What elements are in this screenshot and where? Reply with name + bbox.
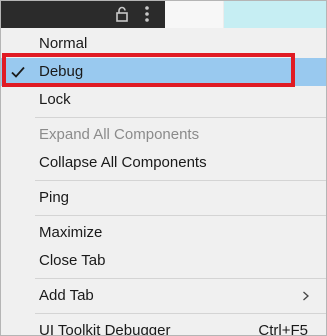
- menu-item-label: Lock: [39, 91, 71, 108]
- menu-item-shortcut: Ctrl+F5: [258, 322, 308, 336]
- menu-item-label: Maximize: [39, 224, 103, 241]
- toolbar-dark-area: [1, 1, 165, 28]
- menu-item-label: Expand All Components: [39, 126, 200, 143]
- menu-item-label: UI Toolkit Debugger: [39, 322, 171, 336]
- menu-item-maximize[interactable]: Maximize: [1, 219, 326, 247]
- menu-item-label: Ping: [39, 189, 70, 206]
- menu-item-label: Debug: [39, 63, 84, 80]
- toolbar-blank-area: [165, 1, 223, 28]
- menu-item-add-tab[interactable]: Add Tab: [1, 282, 326, 310]
- menu-item-close-tab[interactable]: Close Tab: [1, 247, 326, 275]
- tab-toolbar: [1, 1, 326, 28]
- kebab-menu-icon[interactable]: [138, 4, 156, 24]
- menu-item-label: Normal: [39, 35, 88, 52]
- menu-item-normal[interactable]: Normal: [1, 30, 326, 58]
- lock-icon[interactable]: [114, 6, 130, 22]
- chevron-right-icon: [303, 291, 309, 301]
- menu-divider: [35, 215, 326, 216]
- menu-divider: [35, 313, 326, 314]
- menu-item-ping[interactable]: Ping: [1, 184, 326, 212]
- menu-item-label: Add Tab: [39, 287, 94, 304]
- menu-item-label: Close Tab: [39, 252, 106, 269]
- menu-divider: [35, 278, 326, 279]
- menu-item-collapse-all-components[interactable]: Collapse All Components: [1, 149, 326, 177]
- menu-item-expand-all-components: Expand All Components: [1, 121, 326, 149]
- menu-item-label: Collapse All Components: [39, 154, 207, 171]
- toolbar-accent-area: [224, 1, 326, 28]
- menu-item-lock[interactable]: Lock: [1, 86, 326, 114]
- check-icon: [11, 66, 25, 78]
- window-frame: Normal Debug Lock Expand All Components …: [0, 0, 327, 336]
- menu-item-debug[interactable]: Debug: [1, 58, 326, 86]
- menu-divider: [35, 180, 326, 181]
- menu-item-ui-toolkit-debugger[interactable]: UI Toolkit Debugger Ctrl+F5: [1, 317, 326, 336]
- context-menu: Normal Debug Lock Expand All Components …: [1, 28, 326, 336]
- menu-divider: [35, 117, 326, 118]
